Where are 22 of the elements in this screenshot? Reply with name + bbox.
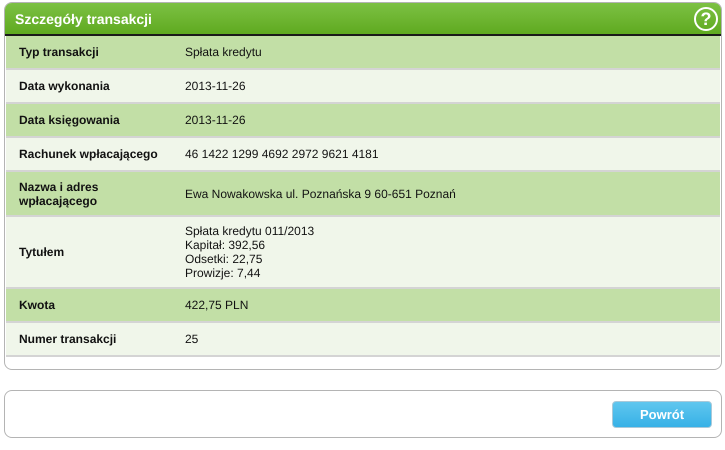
field-label: Nazwa i adres wpłacającego [18,180,100,208]
field-value: Spłata kredytu [185,45,262,59]
field-value: Ewa Nowakowska ul. Poznańska 9 60-651 Poznań [185,186,456,200]
field-value: 422,75 PLN [185,298,248,312]
field-label: Numer transakcji [18,332,118,346]
field-value: 46 1422 1299 4692 2972 9621 4181 [185,147,379,161]
help-button[interactable]: ? [694,6,718,30]
field-value: Odsetki: 22,75 [185,252,264,266]
field-value: Spłata kredytu 011/2013 [185,224,314,238]
field-value: 2013-11-26 [185,113,246,127]
field-label: Data wykonania [18,79,111,93]
field-label: Tytułem [18,245,66,259]
field-value: 25 [185,332,198,346]
field-label: Typ transakcji [18,45,100,59]
back-button[interactable]: Powrót [612,400,712,428]
panel-title: Szczegóły transakcji [15,10,152,26]
field-label: Data księgowania [18,113,121,127]
field-value: 2013-11-26 [185,79,246,93]
field-label: Rachunek wpłacającego [18,147,159,161]
field-label: Kwota [18,298,56,312]
field-value: Kapitał: 392,56 [185,238,266,252]
field-value: Prowizje: 7,44 [185,266,262,280]
